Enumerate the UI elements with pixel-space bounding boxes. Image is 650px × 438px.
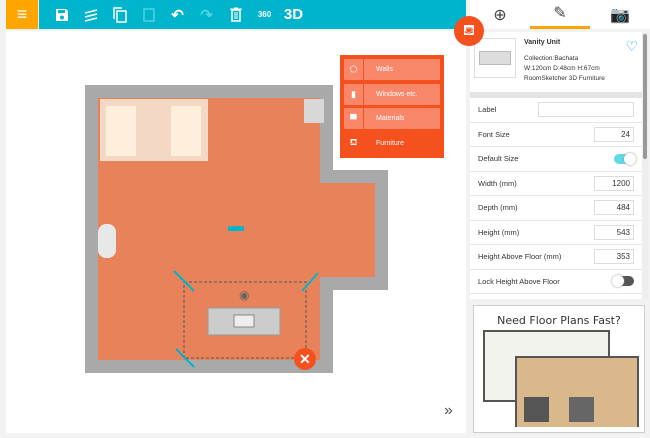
menu-item-materials[interactable]: ▀ Materials	[344, 108, 440, 129]
menu-item-windows[interactable]: ▮ Windows etc.	[344, 83, 440, 105]
redo-icon: ↷	[200, 6, 213, 24]
prop-font-size: Font Size 24	[470, 123, 642, 147]
chair-icon: ⛾	[462, 21, 476, 39]
prop-depth: Depth (mm) 484	[470, 196, 642, 221]
layers-icon	[84, 8, 97, 22]
product-collection: Collection:Bachata	[524, 55, 579, 62]
double-chevron-right-icon: »	[444, 402, 453, 419]
svg-text:✕: ✕	[299, 351, 311, 367]
main-menu-button[interactable]: ≡	[6, 0, 38, 29]
360-icon: 360	[257, 10, 272, 19]
undo-icon: ↶	[171, 6, 184, 24]
delete-button[interactable]	[221, 0, 250, 29]
menu-icon: ≡	[16, 4, 28, 24]
menu-item-furniture[interactable]: ⛾ Furniture	[344, 132, 440, 154]
product-name: Vanity Unit	[524, 39, 561, 46]
trash-icon	[229, 7, 242, 22]
tab-edit[interactable]: ✎	[530, 0, 590, 29]
wall-icon: ⬠	[344, 59, 364, 80]
door-icon: ▮	[344, 83, 364, 105]
product-dimensions: W:120cm D:48cm H:67cm	[524, 65, 600, 72]
ad-floor-plan-image	[483, 330, 639, 430]
context-menu: ⬠ Walls ▮ Windows etc. ▀ Materials ⛾ Furnitu…	[340, 55, 444, 158]
paint-roller-icon: ▀	[344, 108, 364, 129]
copy-icon	[112, 6, 127, 23]
heart-icon[interactable]: ♡	[625, 38, 638, 86]
save-icon	[55, 8, 68, 21]
pencil-icon: ✎	[553, 5, 567, 22]
product-card: Vanity Unit Collection:Bachata W:120cm D…	[470, 32, 642, 98]
view-3d-button[interactable]: 3D	[279, 0, 308, 29]
tab-camera[interactable]: 📷	[590, 0, 650, 29]
prop-height-above-floor: Height Above Floor (mm) 353	[470, 245, 642, 270]
panel-tabs: ⊕ ✎ 📷	[470, 0, 650, 29]
font-size-input[interactable]: 24	[594, 126, 634, 142]
product-thumbnail	[474, 38, 516, 78]
furniture-fab-button[interactable]: ⛾	[454, 16, 484, 46]
save-button[interactable]	[47, 0, 76, 29]
ad-title: Need Floor Plans Fast?	[497, 314, 621, 327]
floor-info-icon[interactable]: ▬	[228, 218, 244, 235]
depth-input[interactable]: 484	[594, 200, 634, 216]
toolbar: ↶ ↷ 360 3D	[39, 0, 466, 29]
height-input[interactable]: 543	[594, 224, 634, 240]
prop-default-size: Default Size	[470, 147, 642, 172]
label-input[interactable]	[538, 102, 634, 118]
chair-icon: ⛾	[344, 132, 364, 154]
paste-button[interactable]	[134, 0, 163, 29]
prop-label: Label	[470, 98, 642, 123]
paste-icon	[142, 8, 155, 22]
lock-height-toggle[interactable]	[612, 275, 634, 288]
camera-icon: 📷	[610, 6, 630, 24]
default-size-toggle[interactable]	[614, 152, 636, 165]
prop-lock-height: Lock Height Above Floor	[470, 270, 642, 294]
prop-height: Height (mm) 543	[470, 221, 642, 245]
panel-scrollbar[interactable]	[642, 32, 648, 299]
product-source: RoomSketcher 3D Furniture	[524, 75, 605, 82]
undo-button[interactable]: ↶	[163, 0, 192, 29]
menu-item-walls[interactable]: ⬠ Walls	[344, 59, 440, 80]
copy-button[interactable]	[105, 0, 134, 29]
eye-icon[interactable]: ◉	[239, 288, 249, 302]
width-input[interactable]: 1200	[594, 175, 634, 191]
expand-panel-button[interactable]: »	[444, 402, 453, 420]
sink	[98, 224, 116, 258]
properties-panel: Vanity Unit Collection:Bachata W:120cm D…	[470, 32, 642, 299]
layers-button[interactable]	[76, 0, 105, 29]
redo-button[interactable]: ↷	[192, 0, 221, 29]
cabinet	[304, 99, 324, 123]
ad-banner[interactable]: Need Floor Plans Fast?	[473, 305, 645, 433]
prop-width: Width (mm) 1200	[470, 172, 642, 196]
height-above-floor-input[interactable]: 353	[594, 249, 634, 265]
view-360-button[interactable]: 360	[250, 0, 279, 29]
add-icon: ⊕	[493, 6, 507, 24]
